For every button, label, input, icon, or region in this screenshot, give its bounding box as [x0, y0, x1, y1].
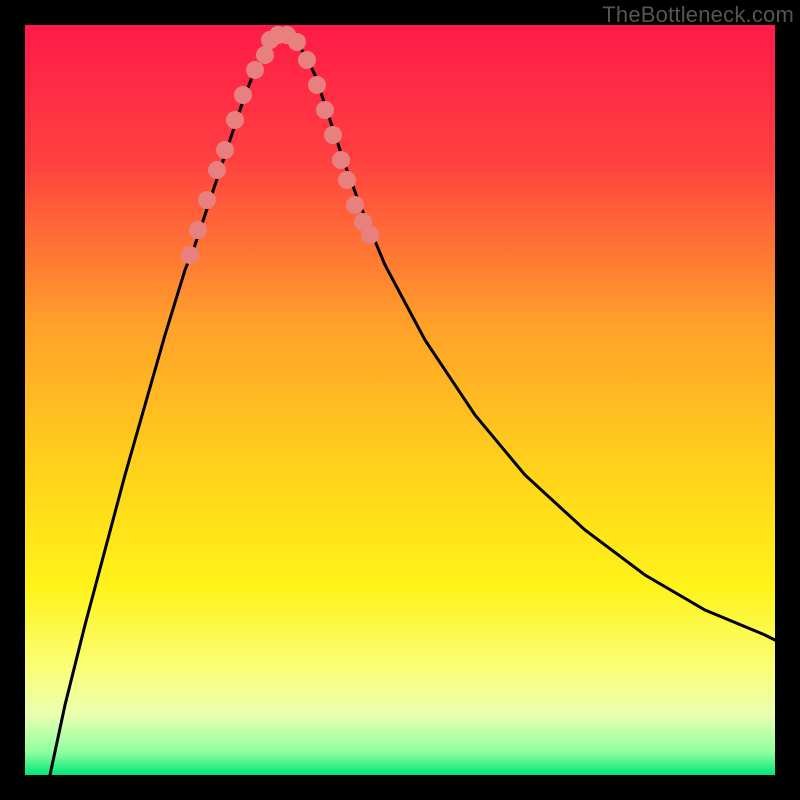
data-marker	[226, 111, 244, 129]
chart-frame: TheBottleneck.com	[0, 0, 800, 800]
data-marker	[208, 161, 226, 179]
curve-left-curve	[50, 35, 285, 775]
data-marker	[288, 33, 306, 51]
data-marker	[246, 61, 264, 79]
data-marker	[316, 101, 334, 119]
data-marker	[346, 196, 364, 214]
data-marker	[338, 171, 356, 189]
data-marker	[308, 76, 326, 94]
curve-right-curve	[285, 35, 775, 640]
data-marker	[298, 51, 316, 69]
data-marker	[361, 226, 379, 244]
data-marker	[324, 126, 342, 144]
curve-layer	[25, 25, 775, 775]
data-marker	[234, 86, 252, 104]
data-marker	[216, 141, 234, 159]
data-marker	[198, 191, 216, 209]
data-marker	[189, 221, 207, 239]
watermark-text: TheBottleneck.com	[602, 2, 794, 28]
data-marker	[181, 246, 199, 264]
data-marker	[332, 151, 350, 169]
plot-area	[25, 25, 775, 775]
